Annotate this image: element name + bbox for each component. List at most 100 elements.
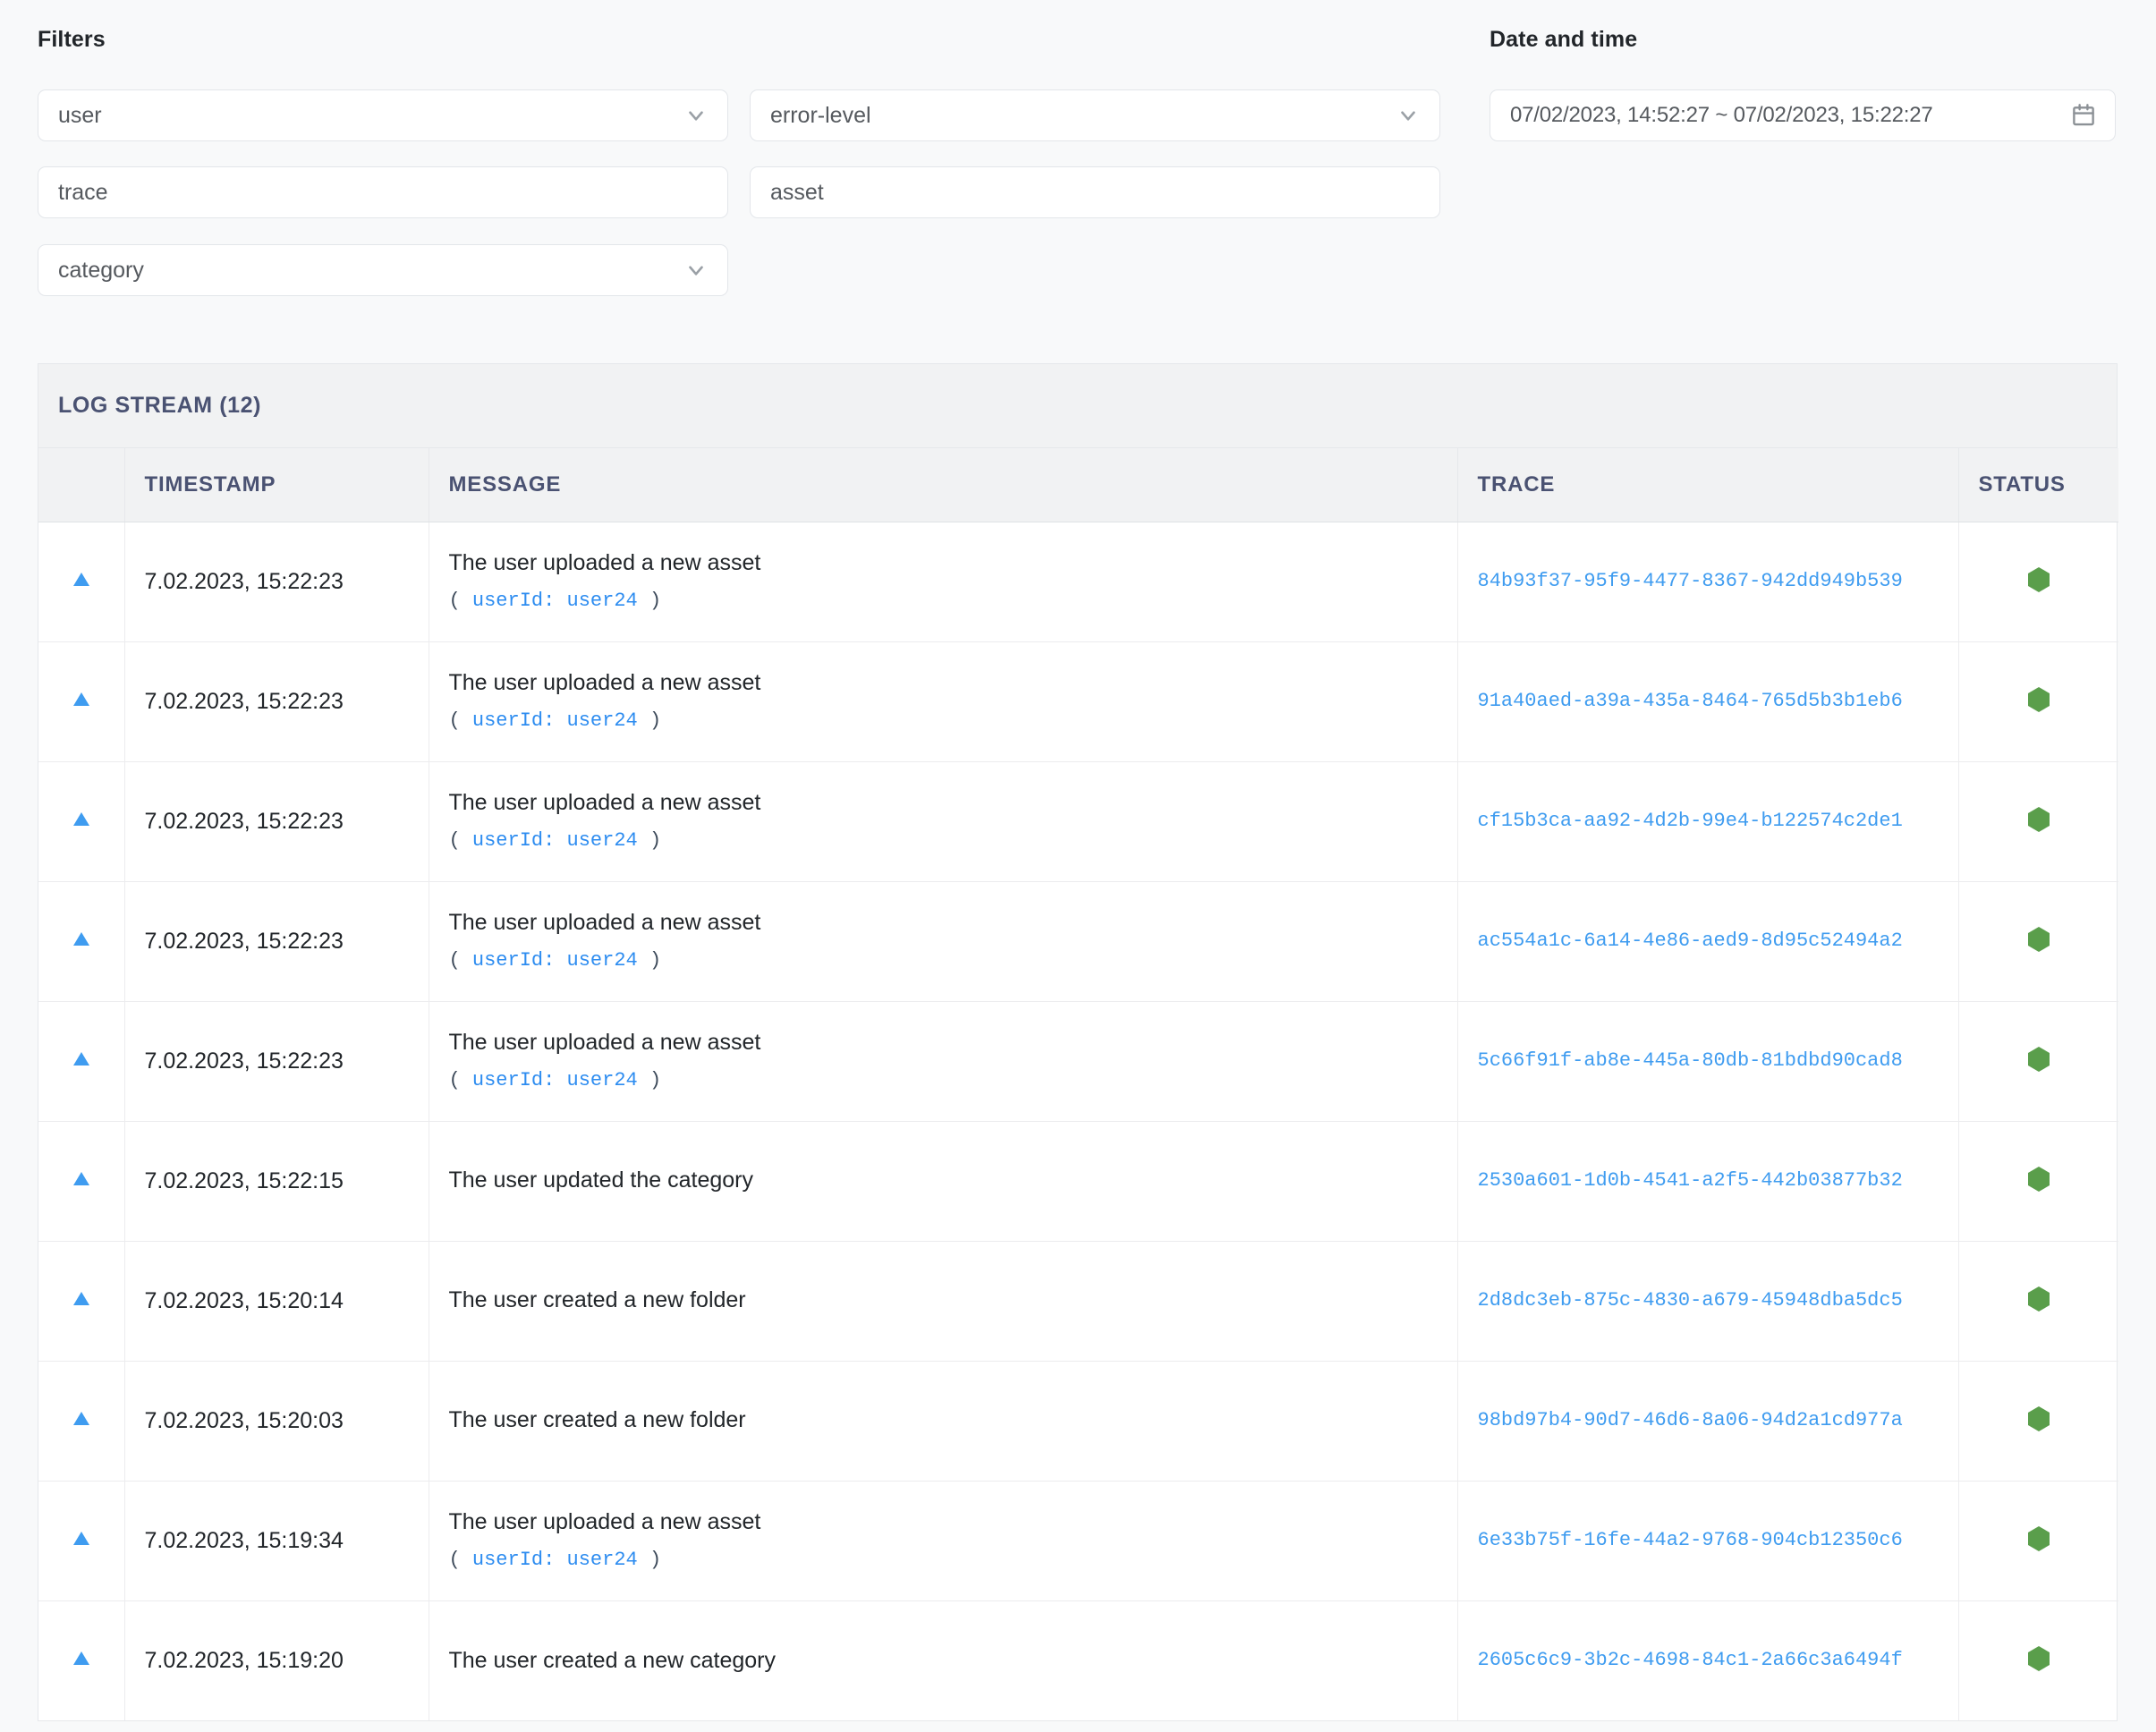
table-row[interactable]: 7.02.2023, 15:22:23 The user uploaded a n… [38,522,2118,642]
hexagon-icon [2027,1645,2050,1677]
column-header-message[interactable]: MESSAGE [429,448,1458,522]
row-expand-cell[interactable] [38,1241,125,1362]
date-range-value: 07/02/2023, 14:52:27 ~ 07/02/2023, 15:22… [1510,103,1933,127]
filter-select-category[interactable]: category [38,244,728,296]
cell-timestamp: 7.02.2023, 15:20:14 [124,1241,429,1362]
cell-message: The user uploaded a new asset ( userId: u… [429,761,1458,882]
triangle-up-icon[interactable] [72,930,91,952]
cell-status [1958,1600,2118,1720]
table-row[interactable]: 7.02.2023, 15:19:20 The user created a ne… [38,1600,2118,1720]
trace-link[interactable]: 2605c6c9-3b2c-4698-84c1-2a66c3a6494f [1478,1645,1939,1676]
message-text: The user created a new folder [448,1407,746,1433]
triangle-up-icon[interactable] [72,1410,91,1431]
cell-message: The user created a new folder [429,1361,1458,1482]
cell-trace: cf15b3ca-aa92-4d2b-99e4-b122574c2de1 [1457,761,1959,882]
trace-link[interactable]: 84b93f37-95f9-4477-8367-942dd949b539 [1478,566,1939,597]
trace-link[interactable]: 5c66f91f-ab8e-445a-80db-81bdbd90cad8 [1478,1046,1939,1076]
filter-input-asset[interactable]: asset [750,166,1440,218]
message-text: The user uploaded a new asset [448,910,761,936]
message-text: The user updated the category [448,1167,754,1193]
column-header-expand [38,448,125,522]
triangle-up-icon[interactable] [72,1290,91,1312]
cell-status [1958,1361,2118,1482]
message-text: The user uploaded a new asset [448,550,761,576]
metadata-key: userId: [471,829,556,853]
row-expand-cell[interactable] [38,1600,125,1720]
table-row[interactable]: 7.02.2023, 15:22:23 The user uploaded a n… [38,1001,2118,1122]
filter-error-level-value: error-level [770,102,871,128]
cell-message: The user uploaded a new asset ( userId: u… [429,1481,1458,1601]
table-row[interactable]: 7.02.2023, 15:22:23 The user uploaded a n… [38,881,2118,1002]
trace-link[interactable]: 98bd97b4-90d7-46d6-8a06-94d2a1cd977a [1478,1405,1939,1436]
table-row[interactable]: 7.02.2023, 15:19:34 The user uploaded a n… [38,1481,2118,1601]
timestamp-text: 7.02.2023, 15:22:23 [144,688,344,714]
trace-link[interactable]: 91a40aed-a39a-435a-8464-765d5b3b1eb6 [1478,686,1939,717]
cell-status [1958,1481,2118,1601]
column-header-timestamp[interactable]: TIMESTAMP [124,448,429,522]
cell-timestamp: 7.02.2023, 15:22:23 [124,1001,429,1122]
metadata-key: userId: [471,949,556,972]
timestamp-text: 7.02.2023, 15:22:23 [144,808,344,834]
triangle-up-icon[interactable] [72,1170,91,1192]
filter-select-error-level[interactable]: error-level [750,89,1440,141]
message-metadata: ( userId: user24 ) [449,829,1438,853]
trace-link[interactable]: cf15b3ca-aa92-4d2b-99e4-b122574c2de1 [1478,806,1939,836]
trace-link[interactable]: ac554a1c-6a14-4e86-aed9-8d95c52494a2 [1478,926,1939,956]
filter-user-value: user [58,102,102,128]
cell-trace: 91a40aed-a39a-435a-8464-765d5b3b1eb6 [1457,641,1959,762]
table-row[interactable]: 7.02.2023, 15:22:23 The user uploaded a n… [38,761,2118,882]
filter-select-user[interactable]: user [38,89,728,141]
row-expand-cell[interactable] [38,1121,125,1242]
metadata-close-paren: ) [649,1549,662,1572]
metadata-open-paren: ( [448,949,461,972]
row-expand-cell[interactable] [38,1001,125,1122]
row-expand-cell[interactable] [38,1361,125,1482]
chevron-down-icon [684,259,708,282]
column-header-trace[interactable]: TRACE [1457,448,1959,522]
cell-timestamp: 7.02.2023, 15:22:23 [124,881,429,1002]
cell-message: The user uploaded a new asset ( userId: u… [429,641,1458,762]
calendar-icon[interactable] [2070,102,2097,129]
triangle-up-icon[interactable] [72,811,91,832]
metadata-key: userId: [471,590,556,613]
message-text: The user uploaded a new asset [448,1030,761,1056]
hexagon-icon [2027,1166,2050,1197]
column-header-status[interactable]: STATUS [1958,448,2118,522]
trace-link[interactable]: 6e33b75f-16fe-44a2-9768-904cb12350c6 [1478,1525,1939,1556]
metadata-close-paren: ) [649,829,662,853]
triangle-up-icon[interactable] [72,571,91,592]
filter-input-trace[interactable]: trace [38,166,728,218]
metadata-open-paren: ( [448,709,461,733]
row-expand-cell[interactable] [38,1481,125,1601]
cell-trace: 5c66f91f-ab8e-445a-80db-81bdbd90cad8 [1457,1001,1959,1122]
trace-link[interactable]: 2530a601-1d0b-4541-a2f5-442b03877b32 [1478,1166,1939,1196]
cell-status [1958,881,2118,1002]
metadata-close-paren: ) [649,949,662,972]
metadata-key: userId: [471,709,556,733]
table-row[interactable]: 7.02.2023, 15:20:03 The user created a ne… [38,1361,2118,1482]
filter-asset-value: asset [770,179,824,205]
triangle-up-icon[interactable] [72,691,91,712]
row-expand-cell[interactable] [38,761,125,882]
date-range-picker[interactable]: 07/02/2023, 14:52:27 ~ 07/02/2023, 15:22… [1490,89,2116,141]
cell-timestamp: 7.02.2023, 15:22:23 [124,761,429,882]
cell-trace: 6e33b75f-16fe-44a2-9768-904cb12350c6 [1457,1481,1959,1601]
row-expand-cell[interactable] [38,881,125,1002]
filter-trace-value: trace [58,179,108,205]
table-row[interactable]: 7.02.2023, 15:22:23 The user uploaded a n… [38,641,2118,762]
row-expand-cell[interactable] [38,641,125,762]
table-row[interactable]: 7.02.2023, 15:20:14 The user created a ne… [38,1241,2118,1362]
cell-trace: 2605c6c9-3b2c-4698-84c1-2a66c3a6494f [1457,1600,1959,1720]
triangle-up-icon[interactable] [72,1650,91,1671]
triangle-up-icon[interactable] [72,1530,91,1551]
trace-link[interactable]: 2d8dc3eb-875c-4830-a679-45948dba5dc5 [1478,1286,1939,1316]
hexagon-icon [2027,1405,2050,1437]
row-expand-cell[interactable] [38,522,125,642]
triangle-up-icon[interactable] [72,1050,91,1072]
metadata-open-paren: ( [448,1549,461,1572]
cell-trace: 2530a601-1d0b-4541-a2f5-442b03877b32 [1457,1121,1959,1242]
timestamp-text: 7.02.2023, 15:20:03 [144,1407,344,1433]
table-row[interactable]: 7.02.2023, 15:22:15 The user updated the … [38,1121,2118,1242]
cell-timestamp: 7.02.2023, 15:22:15 [124,1121,429,1242]
timestamp-text: 7.02.2023, 15:19:20 [144,1647,344,1673]
